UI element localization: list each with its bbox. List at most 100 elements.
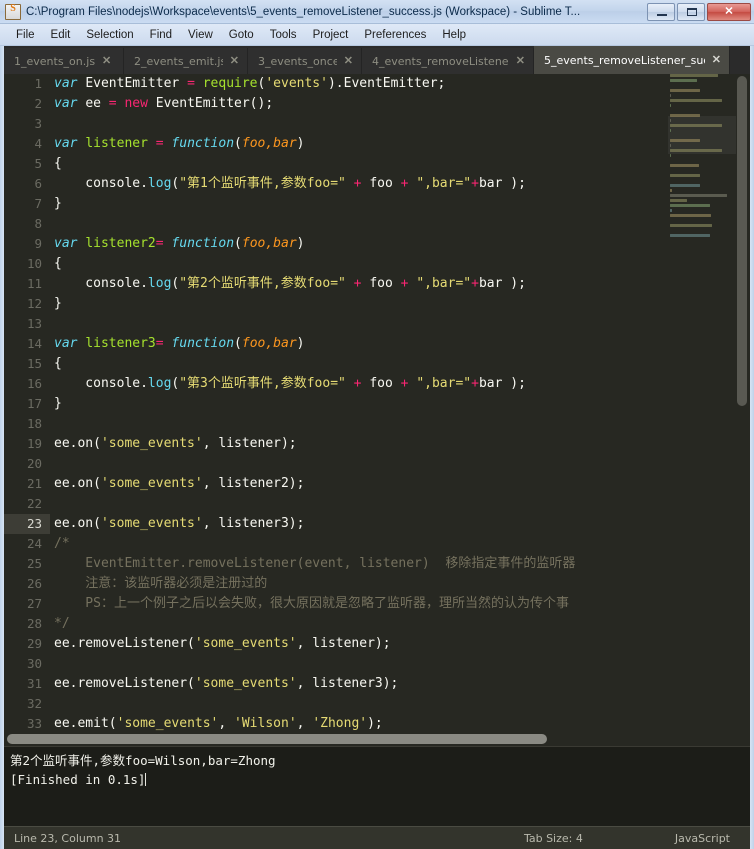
menu-item-view[interactable]: View <box>180 26 221 44</box>
code-line[interactable]: 20 <box>4 454 668 474</box>
code-line[interactable]: 17} <box>4 394 668 414</box>
code-line[interactable]: 6 console.log("第1个监听事件,参数foo=" + foo + "… <box>4 174 668 194</box>
tab-close-icon[interactable]: ✕ <box>516 55 525 67</box>
vertical-scrollbar-thumb[interactable] <box>737 76 747 406</box>
code-line[interactable]: 12} <box>4 294 668 314</box>
minimize-button[interactable] <box>647 2 675 21</box>
tab-label: 4_events_removeListener_fail.js <box>372 54 509 68</box>
window-title: C:\Program Files\nodejs\Workspace\events… <box>26 5 581 18</box>
code-line[interactable]: 23 ee.on('some_events', listener3); <box>4 514 668 534</box>
code-text: { <box>54 256 62 271</box>
minimap-line <box>670 189 672 192</box>
close-button[interactable]: ✕ <box>707 2 751 21</box>
code-line[interactable]: 3 <box>4 114 668 134</box>
code-line[interactable]: 13 <box>4 314 668 334</box>
code-line[interactable]: 30 <box>4 654 668 674</box>
line-number: 22 <box>26 496 42 511</box>
code-line[interactable]: 9 var listener2= function(foo,bar) <box>4 234 668 254</box>
cursor-position: Line 23, Column 31 <box>14 831 122 845</box>
code-line[interactable]: 16 console.log("第3个监听事件,参数foo=" + foo + … <box>4 374 668 394</box>
code-line[interactable]: 11 console.log("第2个监听事件,参数foo=" + foo + … <box>4 274 668 294</box>
code-line[interactable]: 25 EventEmitter.removeListener(event, li… <box>4 554 668 574</box>
code-line[interactable]: 5{ <box>4 154 668 174</box>
code-line[interactable]: 15 { <box>4 354 668 374</box>
line-number: 16 <box>26 376 42 391</box>
minimap-line <box>670 144 671 147</box>
code-line[interactable]: 14 var listener3= function(foo,bar) <box>4 334 668 354</box>
line-number: 21 <box>26 476 42 491</box>
tab-1[interactable]: 1_events_on.js ✕ <box>4 48 124 74</box>
code-line[interactable]: 18 <box>4 414 668 434</box>
tab-close-icon[interactable]: ✕ <box>230 55 239 67</box>
line-number: 23 <box>4 514 50 534</box>
line-number: 27 <box>26 596 42 611</box>
syntax-indicator[interactable]: JavaScript <box>675 832 730 845</box>
code-line[interactable]: 24 /* <box>4 534 668 554</box>
build-output-panel[interactable]: 第2个监听事件,参数foo=Wilson,bar=Zhong [Finished … <box>4 746 750 826</box>
code-line[interactable]: 8 <box>4 214 668 234</box>
code-text: } <box>54 396 62 411</box>
line-number: 5 <box>34 156 42 171</box>
code-line[interactable]: 31 ee.removeListener('some_events', liste… <box>4 674 668 694</box>
menu-item-help[interactable]: Help <box>434 26 474 44</box>
code-line[interactable]: 29 ee.removeListener('some_events', liste… <box>4 634 668 654</box>
code-text: console.log("第3个监听事件,参数foo=" + foo + ",b… <box>54 376 526 391</box>
minimap-line <box>670 74 718 77</box>
line-number: 1 <box>34 76 42 91</box>
line-number: 10 <box>26 256 42 271</box>
tab-label: 3_events_once.js <box>258 54 337 68</box>
code-line[interactable]: 33 ee.emit('some_events', 'Wilson', 'Zhon… <box>4 714 668 732</box>
tab-3[interactable]: 3_events_once.js ✕ <box>248 48 362 74</box>
window-controls: ✕ <box>647 2 751 21</box>
menu-item-preferences[interactable]: Preferences <box>356 26 434 44</box>
tab-label: 2_events_emit.js <box>134 54 223 68</box>
tab-close-icon[interactable]: ✕ <box>102 55 111 67</box>
horizontal-scrollbar[interactable] <box>4 732 750 746</box>
tab-close-icon[interactable]: ✕ <box>712 54 721 66</box>
minimap-line <box>670 184 701 187</box>
menu-item-tools[interactable]: Tools <box>262 26 305 44</box>
menu-item-file[interactable]: File <box>8 26 43 44</box>
code-line[interactable]: 27 PS：上一个例子之后以会失败，很大原因就是忽略了监听器，理所当然的认为传个… <box>4 594 668 614</box>
menu-item-project[interactable]: Project <box>305 26 357 44</box>
line-number: 17 <box>26 396 42 411</box>
code-line[interactable]: 4 var listener = function(foo,bar) <box>4 134 668 154</box>
code-line[interactable]: 1 var EventEmitter = require('events').Ev… <box>4 74 668 94</box>
code-line[interactable]: 19 ee.on('some_events', listener); <box>4 434 668 454</box>
horizontal-scrollbar-thumb[interactable] <box>7 734 547 744</box>
tab-2[interactable]: 2_events_emit.js ✕ <box>124 48 248 74</box>
code-area[interactable]: 1 var EventEmitter = require('events').Ev… <box>4 74 668 732</box>
menu-item-find[interactable]: Find <box>142 26 180 44</box>
line-number: 11 <box>26 276 42 291</box>
vertical-scrollbar[interactable] <box>736 74 748 732</box>
code-line[interactable]: 22 <box>4 494 668 514</box>
tab-label: 1_events_on.js <box>14 54 96 68</box>
code-line[interactable]: 26 注意：该监听器必须是注册过的 <box>4 574 668 594</box>
minimap-line <box>670 164 700 167</box>
tab-5[interactable]: 5_events_removeListener_success. ✕ <box>534 46 730 74</box>
menu-item-selection[interactable]: Selection <box>78 26 141 44</box>
minimap[interactable] <box>668 74 736 732</box>
code-line[interactable]: 32 <box>4 694 668 714</box>
tab-4[interactable]: 4_events_removeListener_fail.js ✕ <box>362 48 534 74</box>
code-line[interactable]: 2 var ee = new EventEmitter(); <box>4 94 668 114</box>
code-line[interactable]: 7} <box>4 194 668 214</box>
minimap-line <box>670 209 672 212</box>
tab-close-icon[interactable]: ✕ <box>344 55 353 67</box>
minimap-line <box>670 94 671 97</box>
code-line[interactable]: 10 { <box>4 254 668 274</box>
minimap-line <box>670 114 701 117</box>
line-number: 15 <box>26 356 42 371</box>
menu-item-goto[interactable]: Goto <box>221 26 262 44</box>
menu-item-edit[interactable]: Edit <box>43 26 79 44</box>
code-line[interactable]: 28 */ <box>4 614 668 634</box>
line-number: 31 <box>26 676 42 691</box>
menu-bar: File Edit Selection Find View Goto Tools Projec… <box>0 24 754 46</box>
code-line[interactable]: 21 ee.on('some_events', listener2); <box>4 474 668 494</box>
maximize-button[interactable] <box>677 2 705 21</box>
tab-size-indicator[interactable]: Tab Size: 4 <box>524 832 583 845</box>
sublime-text-window: C:\Program Files\nodejs\Workspace\events… <box>0 0 754 849</box>
